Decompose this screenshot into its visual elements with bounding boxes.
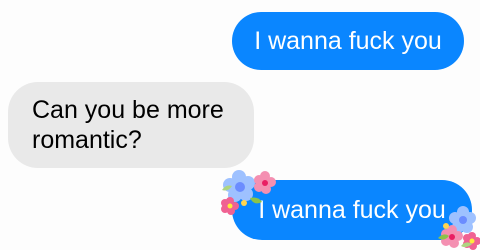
message-text: I wanna fuck you [254,27,442,55]
incoming-message-bubble[interactable]: Can you be more romantic? [8,82,254,168]
outgoing-message-bubble[interactable]: I wanna fuck you [232,12,464,70]
message-text: I wanna fuck you [258,196,446,224]
leaf-icon [461,242,472,248]
flower-icon [463,232,480,250]
outgoing-message-bubble-decorated[interactable]: I wanna fuck you [232,180,472,240]
message-text: Can you be more romantic? [32,96,224,154]
leaf-icon [222,185,232,191]
message-thread: I wanna fuck you Can you be more romanti… [0,0,480,250]
